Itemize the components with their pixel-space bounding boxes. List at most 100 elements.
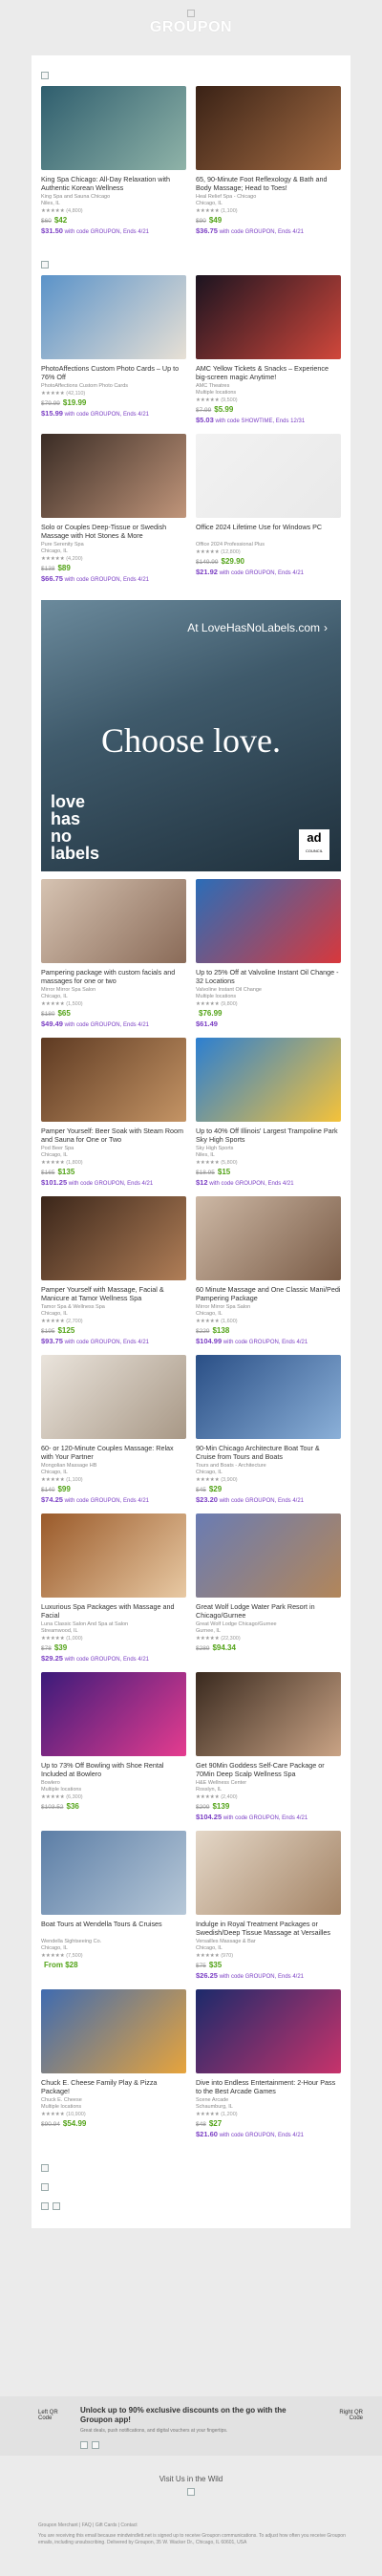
deal-card[interactable]: Boat Tours at Wendella Tours & Cruises We… <box>41 1831 186 1982</box>
deal-title[interactable]: Indulge in Royal Treatment Packages or S… <box>196 1920 341 1937</box>
deal-rating: ★★★★★ (1,600) <box>196 1318 341 1325</box>
deal-image[interactable] <box>41 86 186 170</box>
deal-title[interactable]: Office 2024 Lifetime Use for Windows PC <box>196 523 341 540</box>
original-price: $75 <box>196 1963 206 1969</box>
deal-card[interactable]: Chuck E. Cheese Family Play & Pizza Pack… <box>41 1989 186 2140</box>
deal-image[interactable] <box>196 1672 341 1756</box>
deal-title[interactable]: Pamper Yourself with Massage, Facial & M… <box>41 1285 186 1302</box>
deal-image[interactable] <box>196 1831 341 1915</box>
deal-title[interactable]: Great Wolf Lodge Water Park Resort in Ch… <box>196 1602 341 1620</box>
deal-image[interactable] <box>196 1355 341 1439</box>
deal-image[interactable] <box>41 1513 186 1598</box>
deal-image[interactable] <box>41 1196 186 1280</box>
deal-card[interactable]: Pamper Yourself: Beer Soak with Steam Ro… <box>41 1038 186 1189</box>
header: GROUPON <box>0 0 382 46</box>
qr-code-left[interactable]: Left QR Code <box>38 2410 73 2421</box>
deal-location: Chicago, IL <box>41 994 68 999</box>
deal-title[interactable]: Chuck E. Cheese Family Play & Pizza Pack… <box>41 2078 186 2095</box>
deal-image[interactable] <box>41 275 186 359</box>
deal-card[interactable]: AMC Yellow Tickets & Snacks – Experience… <box>196 275 341 426</box>
deal-card[interactable]: Pampering package with custom facials an… <box>41 879 186 1030</box>
groupon-logo[interactable]: GROUPON <box>150 10 232 36</box>
footer-links[interactable]: Groupon Merchant | FAQ | Gift Cards | Co… <box>38 2522 353 2529</box>
deal-title[interactable]: PhotoAffections Custom Photo Cards – Up … <box>41 364 186 381</box>
deal-card[interactable]: Solo or Couples Deep-Tissue or Swedish M… <box>41 434 186 585</box>
deal-location: Chicago, IL <box>196 201 223 206</box>
price-row: $289 $94.34 <box>196 1643 341 1654</box>
deal-title[interactable]: 65, 90-Minute Foot Reflexology & Bath an… <box>196 175 341 192</box>
deal-title[interactable]: 60- or 120-Minute Couples Massage: Relax… <box>41 1444 186 1461</box>
deal-title[interactable]: Pampering package with custom facials an… <box>41 968 186 985</box>
deal-card[interactable]: PhotoAffections Custom Photo Cards – Up … <box>41 275 186 426</box>
ad-badge-text: ad <box>307 830 322 845</box>
deal-image[interactable] <box>196 1196 341 1280</box>
deal-rating: ★★★★★ (1,100) <box>196 207 341 215</box>
deal-card[interactable]: Indulge in Royal Treatment Packages or S… <box>196 1831 341 1982</box>
deal-location: Schaumburg, IL <box>196 2104 233 2110</box>
deal-title[interactable]: Get 90Min Goddess Self-Care Package or 7… <box>196 1761 341 1778</box>
deal-title[interactable]: Boat Tours at Wendella Tours & Cruises <box>41 1920 186 1937</box>
deal-rating: ★★★★★ (1,000) <box>41 1635 186 1642</box>
deal-card[interactable]: Up to 40% Off Illinois' Largest Trampoli… <box>196 1038 341 1189</box>
deal-image[interactable] <box>41 1831 186 1915</box>
deal-card[interactable]: 90-Min Chicago Architecture Boat Tour & … <box>196 1355 341 1506</box>
deal-image[interactable] <box>196 879 341 963</box>
deal-card[interactable]: Dive into Endless Entertainment: 2-Hour … <box>196 1989 341 2140</box>
logo-text: GROUPON <box>149 19 233 35</box>
star-rating-icon: ★★★★★ <box>41 208 65 214</box>
deal-image[interactable] <box>41 879 186 963</box>
deal-image[interactable] <box>196 275 341 359</box>
deal-image[interactable] <box>196 1513 341 1598</box>
deal-image[interactable] <box>41 1989 186 2073</box>
play-store-badge-icon[interactable] <box>92 2441 100 2449</box>
deal-image[interactable] <box>41 434 186 518</box>
deal-title[interactable]: Up to 40% Off Illinois' Largest Trampoli… <box>196 1127 341 1144</box>
original-price: $165 <box>41 1170 55 1176</box>
deal-image[interactable] <box>41 1038 186 1122</box>
rating-count: (42,110) <box>66 391 86 397</box>
deal-image[interactable] <box>41 1672 186 1756</box>
deal-title[interactable]: Pamper Yourself: Beer Soak with Steam Ro… <box>41 1127 186 1144</box>
social-icon[interactable] <box>187 2488 195 2496</box>
sale-price: $42 <box>53 216 68 225</box>
qr-code-right[interactable]: Right QR Code <box>329 2410 363 2421</box>
deal-merchant: Mongolian Massage HB <box>41 1463 97 1469</box>
deal-card[interactable]: Office 2024 Lifetime Use for Windows PC O… <box>196 434 341 585</box>
promo-code-text: with code GROUPON, Ends 4/21 <box>68 1181 154 1187</box>
deal-card[interactable]: Pamper Yourself with Massage, Facial & M… <box>41 1196 186 1347</box>
price-row: $79.99 $19.99 <box>41 398 186 409</box>
deal-location: Chicago, IL <box>41 1311 68 1317</box>
deal-card[interactable]: Up to 25% Off at Valvoline Instant Oil C… <box>196 879 341 1030</box>
deal-card[interactable]: Great Wolf Lodge Water Park Resort in Ch… <box>196 1513 341 1664</box>
deal-title[interactable]: 60 Minute Massage and One Classic Mani/P… <box>196 1285 341 1302</box>
deal-title[interactable]: Solo or Couples Deep-Tissue or Swedish M… <box>41 523 186 540</box>
deal-card[interactable]: Luxurious Spa Packages with Massage and … <box>41 1513 186 1664</box>
deal-title[interactable]: Dive into Endless Entertainment: 2-Hour … <box>196 2078 341 2095</box>
deal-image[interactable] <box>196 434 341 518</box>
deal-title[interactable]: King Spa Chicago: All-Day Relaxation wit… <box>41 175 186 192</box>
star-rating-icon: ★★★★★ <box>196 1160 220 1166</box>
deal-title[interactable]: Up to 73% Off Bowling with Shoe Rental I… <box>41 1761 186 1778</box>
deal-image[interactable] <box>41 1355 186 1439</box>
deal-title[interactable]: Luxurious Spa Packages with Massage and … <box>41 1602 186 1620</box>
deal-card[interactable]: 60 Minute Massage and One Classic Mani/P… <box>196 1196 341 1347</box>
deal-image[interactable] <box>196 1989 341 2073</box>
deal-title[interactable]: Up to 25% Off at Valvoline Instant Oil C… <box>196 968 341 985</box>
deal-image[interactable] <box>196 1038 341 1122</box>
app-store-badge-icon[interactable] <box>80 2441 88 2449</box>
deal-title[interactable]: AMC Yellow Tickets & Snacks – Experience… <box>196 364 341 381</box>
sale-price: $99 <box>57 1485 71 1493</box>
deal-merchant: Great Wolf Lodge Chicago/Gurnee <box>196 1621 277 1627</box>
deal-title[interactable]: 90-Min Chicago Architecture Boat Tour & … <box>196 1444 341 1461</box>
ad-banner[interactable]: At LoveHasNoLabels.com › Choose love. lo… <box>41 600 341 871</box>
deal-image[interactable] <box>196 86 341 170</box>
chevron-right-icon: › <box>324 621 328 634</box>
deal-card[interactable]: Up to 73% Off Bowling with Shoe Rental I… <box>41 1672 186 1823</box>
deal-card[interactable]: King Spa Chicago: All-Day Relaxation wit… <box>41 86 186 237</box>
deal-card[interactable]: 65, 90-Minute Foot Reflexology & Bath an… <box>196 86 341 237</box>
section-image-1 <box>32 55 350 86</box>
ad-link-text[interactable]: At LoveHasNoLabels.com <box>187 621 320 634</box>
deal-card[interactable]: Get 90Min Goddess Self-Care Package or 7… <box>196 1672 341 1823</box>
deal-card[interactable]: 60- or 120-Minute Couples Massage: Relax… <box>41 1355 186 1506</box>
star-rating-icon: ★★★★★ <box>196 549 220 555</box>
